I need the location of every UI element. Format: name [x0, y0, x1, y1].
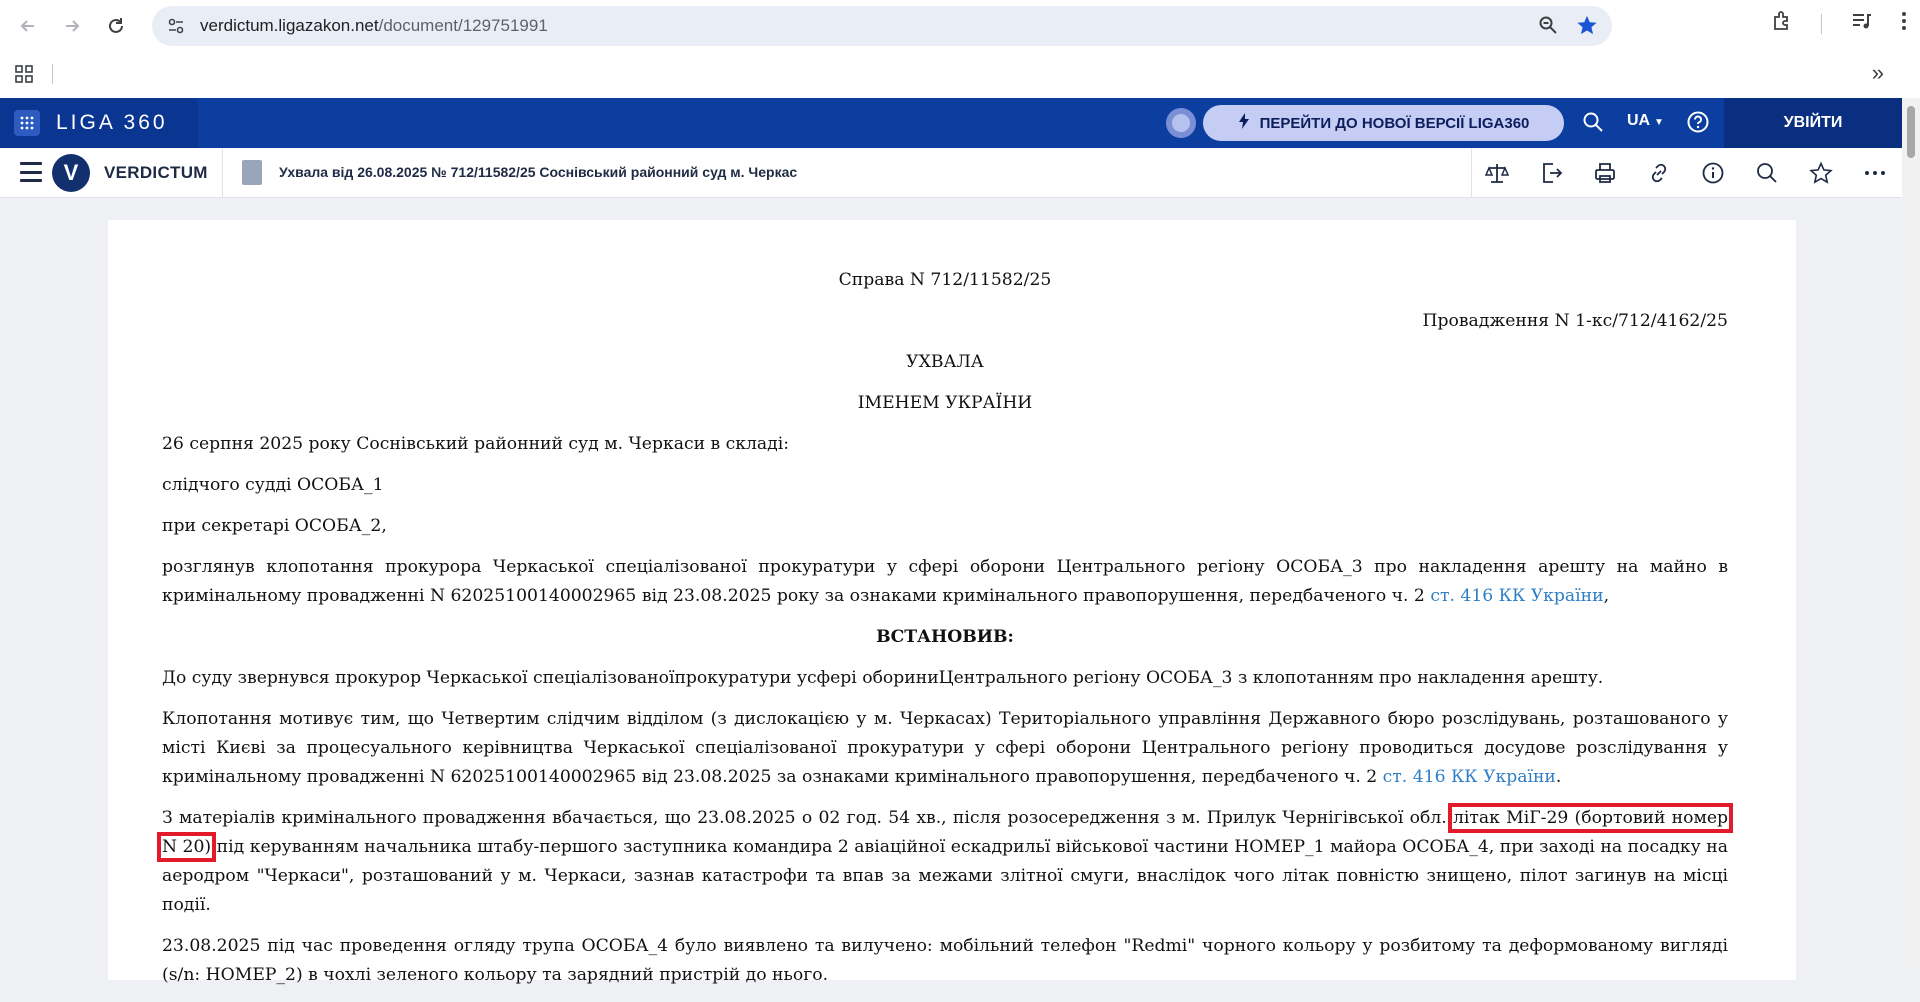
address-bar[interactable]: verdictum.ligazakon.net/document/1297519…: [152, 6, 1612, 46]
verdictum-name[interactable]: VERDICTUM: [104, 163, 208, 183]
verdictum-toolbar: V VERDICTUM Ухвала від 26.08.2025 № 712/…: [0, 148, 1902, 198]
help-icon[interactable]: [1686, 110, 1710, 139]
scrollbar-thumb[interactable]: [1907, 106, 1915, 158]
paragraph-text: .: [1555, 767, 1562, 787]
forward-icon[interactable]: [56, 10, 88, 42]
url-host: verdictum.ligazakon.net: [200, 16, 379, 35]
extensions-icon[interactable]: [1771, 10, 1793, 37]
language-label: UA: [1627, 112, 1650, 129]
favorite-star-icon[interactable]: [1808, 160, 1834, 186]
reload-icon[interactable]: [100, 10, 132, 42]
search-document-icon[interactable]: [1754, 160, 1780, 186]
paragraph-judge: слідчого судді ОСОБА_1: [162, 475, 384, 495]
scales-icon[interactable]: [1484, 160, 1510, 186]
in-name-heading: ІМЕНЕМ УКРАЇНИ: [857, 393, 1033, 413]
bookmarks-overflow-icon[interactable]: »: [1872, 60, 1884, 86]
url-text: verdictum.ligazakon.net/document/1297519…: [200, 16, 548, 36]
liga-logo-area[interactable]: LIGA 360: [0, 98, 198, 148]
divider: [1821, 13, 1822, 34]
chevron-down-icon: ▼: [1653, 117, 1664, 128]
new-version-button[interactable]: ПЕРЕЙТИ ДО НОВОЇ ВЕРСІЇ LIGA360: [1203, 105, 1564, 141]
paragraph-text: ,: [1603, 586, 1610, 606]
export-icon[interactable]: [1538, 160, 1564, 186]
established-heading: ВСТАНОВИВ:: [876, 627, 1014, 647]
lightning-icon: [1238, 113, 1250, 133]
liga-apps-icon[interactable]: [14, 110, 40, 136]
back-icon[interactable]: [12, 10, 44, 42]
info-icon[interactable]: [1700, 160, 1726, 186]
divider: [1471, 148, 1472, 198]
bookmark-star-icon[interactable]: [1576, 14, 1598, 41]
print-icon[interactable]: [1592, 160, 1618, 186]
document-icon: [242, 160, 262, 185]
paragraph-text: під керуванням начальника штабу-першого …: [162, 837, 1728, 915]
site-info-icon[interactable]: [166, 16, 186, 36]
login-button[interactable]: УВІЙТИ: [1724, 98, 1902, 148]
document-title: Ухвала від 26.08.2025 № 712/11582/25 Сос…: [279, 164, 798, 180]
url-path: /document/129751991: [378, 16, 548, 35]
law-article-link[interactable]: ст. 416 КК України: [1430, 586, 1603, 606]
bookmarks-divider: [52, 64, 53, 84]
document-body: Справа N 712/11582/25 Провадження N 1-кс…: [156, 266, 1734, 1002]
document-type: УХВАЛА: [906, 352, 984, 372]
paragraph-materials: З матеріалів кримінального провадження в…: [156, 803, 1734, 920]
liga-logo: LIGA 360: [56, 111, 168, 134]
apps-grid-icon[interactable]: [14, 64, 34, 89]
more-options-icon[interactable]: [1862, 160, 1888, 186]
paragraph-prosecutor: До суду звернувся прокурор Черкаської сп…: [162, 668, 1604, 688]
document-tools: [1484, 160, 1888, 186]
paragraph-considered: розглянув клопотання прокурора Черкасько…: [162, 553, 1728, 611]
liga-header: LIGA 360 ПЕРЕЙТИ ДО НОВОЇ ВЕРСІЇ LIGA360…: [0, 98, 1902, 148]
paragraph-inspection: 23.08.2025 під час проведення огляду тру…: [162, 936, 1728, 985]
case-number: Справа N 712/11582/25: [838, 270, 1052, 290]
page-scrollbar[interactable]: [1902, 98, 1920, 969]
media-control-icon[interactable]: [1850, 10, 1872, 37]
paragraph-text: З матеріалів кримінального провадження в…: [162, 808, 1453, 828]
paragraph-court: 26 серпня 2025 року Соснівський районний…: [162, 434, 790, 454]
search-icon[interactable]: [1582, 111, 1604, 138]
divider: [222, 148, 223, 198]
law-article-link[interactable]: ст. 416 КК України: [1383, 767, 1556, 787]
zoom-icon[interactable]: [1538, 15, 1558, 40]
paragraph-motion: Клопотання мотивує тим, що Четвертим слі…: [162, 705, 1728, 792]
menu-icon[interactable]: [20, 162, 42, 182]
bookmarks-bar: »: [0, 56, 1920, 98]
link-icon[interactable]: [1646, 160, 1672, 186]
paragraph-secretary: при секретарі ОСОБА_2,: [162, 516, 387, 536]
browser-chrome: verdictum.ligazakon.net/document/1297519…: [0, 0, 1920, 98]
language-select[interactable]: UA ▼: [1627, 112, 1664, 130]
new-version-label: ПЕРЕЙТИ ДО НОВОЇ ВЕРСІЇ LIGA360: [1259, 114, 1530, 132]
proceeding-number: Провадження N 1-кс/712/4162/25: [1422, 311, 1728, 331]
verdictum-logo-icon[interactable]: V: [52, 154, 90, 192]
chrome-menu-icon[interactable]: [1900, 10, 1908, 37]
user-status-icon: [1166, 108, 1196, 138]
